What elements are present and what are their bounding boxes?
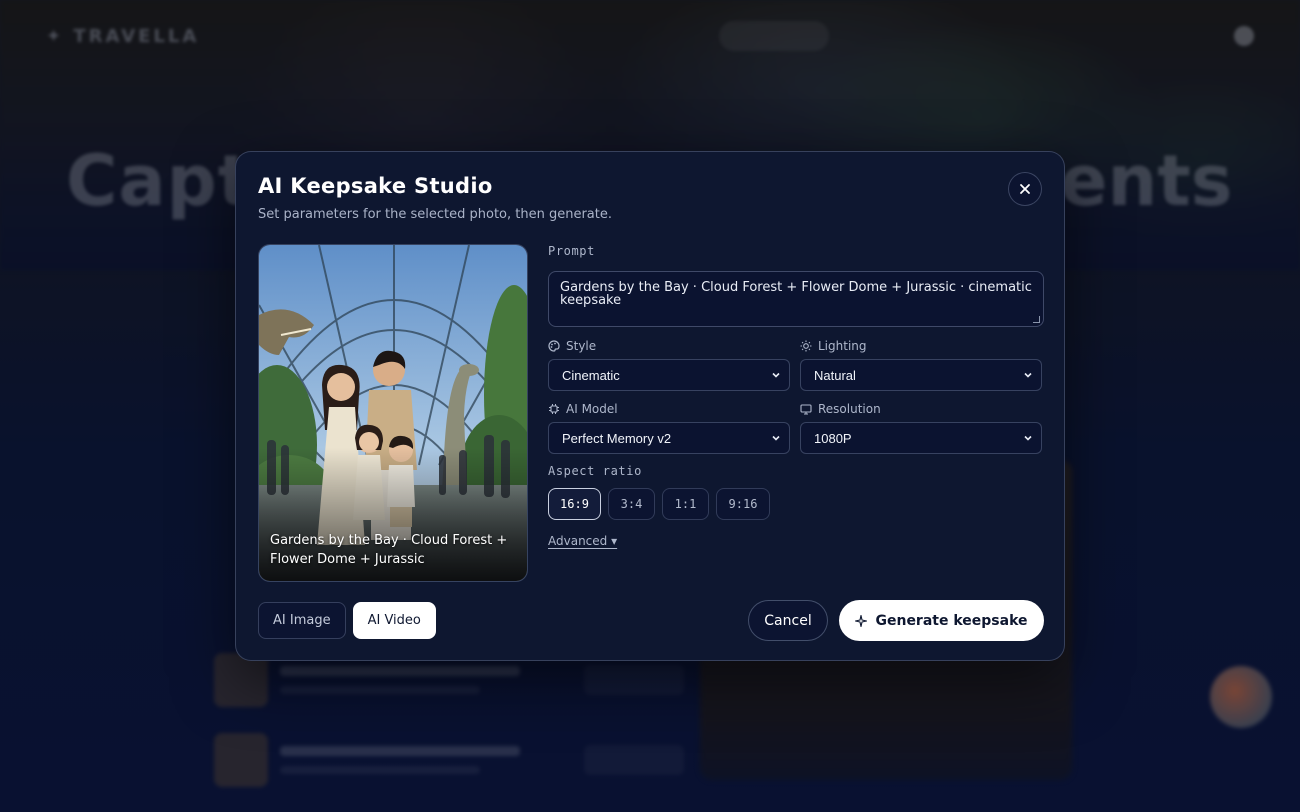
style-value: Cinematic — [562, 367, 620, 383]
style-field: Style Cinematic — [548, 338, 790, 401]
prompt-label: Prompt — [548, 244, 595, 258]
lighting-label: Lighting — [818, 339, 867, 353]
model-label: AI Model — [566, 402, 618, 416]
chevron-down-icon — [772, 372, 780, 378]
palette-icon — [548, 340, 560, 352]
close-icon — [1020, 184, 1030, 194]
generate-keepsake-button[interactable]: Generate keepsake — [839, 600, 1044, 641]
aspect-option-1-1[interactable]: 1:1 — [662, 488, 709, 520]
prompt-text: Gardens by the Bay · Cloud Forest + Flow… — [560, 280, 1032, 308]
chevron-down-icon — [1024, 435, 1032, 441]
tab-ai-image[interactable]: AI Image — [258, 602, 346, 639]
monitor-icon — [800, 404, 812, 415]
lighting-value: Natural — [814, 367, 856, 383]
chevron-down-icon — [772, 435, 780, 441]
dialog-subtitle: Set parameters for the selected photo, t… — [258, 207, 612, 222]
resize-handle[interactable] — [1033, 316, 1040, 323]
resolution-label: Resolution — [818, 402, 881, 416]
cancel-button[interactable]: Cancel — [748, 600, 828, 641]
aspect-option-16-9[interactable]: 16:9 — [548, 488, 601, 520]
mode-tabs: AI Image AI Video — [258, 602, 436, 639]
chip-icon — [549, 404, 559, 414]
model-field: AI Model Perfect Memory v2 — [548, 401, 790, 464]
tab-ai-video[interactable]: AI Video — [352, 602, 436, 639]
aspect-option-3-4[interactable]: 3:4 — [608, 488, 655, 520]
selected-photo: Gardens by the Bay · Cloud Forest + Flow… — [258, 244, 528, 582]
keepsake-studio-dialog: AI Keepsake Studio Set parameters for th… — [235, 151, 1065, 661]
generate-label: Generate keepsake — [875, 612, 1028, 629]
aspect-option-9-16[interactable]: 9:16 — [716, 488, 770, 520]
lighting-select[interactable]: Natural — [800, 359, 1042, 391]
style-label: Style — [566, 339, 597, 353]
model-value: Perfect Memory v2 — [562, 430, 672, 446]
prompt-textarea[interactable]: Gardens by the Bay · Cloud Forest + Flow… — [548, 271, 1044, 327]
dialog-title: AI Keepsake Studio — [258, 174, 493, 198]
sun-icon — [800, 340, 812, 352]
photo-caption: Gardens by the Bay · Cloud Forest + Flow… — [270, 533, 508, 567]
chevron-down-icon — [1024, 372, 1032, 378]
aspect-ratio-label: Aspect ratio — [548, 464, 642, 478]
model-select[interactable]: Perfect Memory v2 — [548, 422, 790, 454]
advanced-toggle[interactable]: Advanced ▾ — [548, 534, 617, 548]
resolution-field: Resolution 1080P — [800, 401, 1042, 464]
close-button[interactable] — [1008, 172, 1042, 206]
lighting-field: Lighting Natural — [800, 338, 1042, 401]
aspect-ratio-group: 16:9 3:4 1:1 9:16 — [548, 488, 1044, 520]
resolution-select[interactable]: 1080P — [800, 422, 1042, 454]
sparkle-icon — [855, 614, 868, 627]
style-select[interactable]: Cinematic — [548, 359, 790, 391]
resolution-value: 1080P — [814, 430, 852, 446]
parameters-form: Prompt Gardens by the Bay · Cloud Forest… — [548, 244, 1044, 549]
